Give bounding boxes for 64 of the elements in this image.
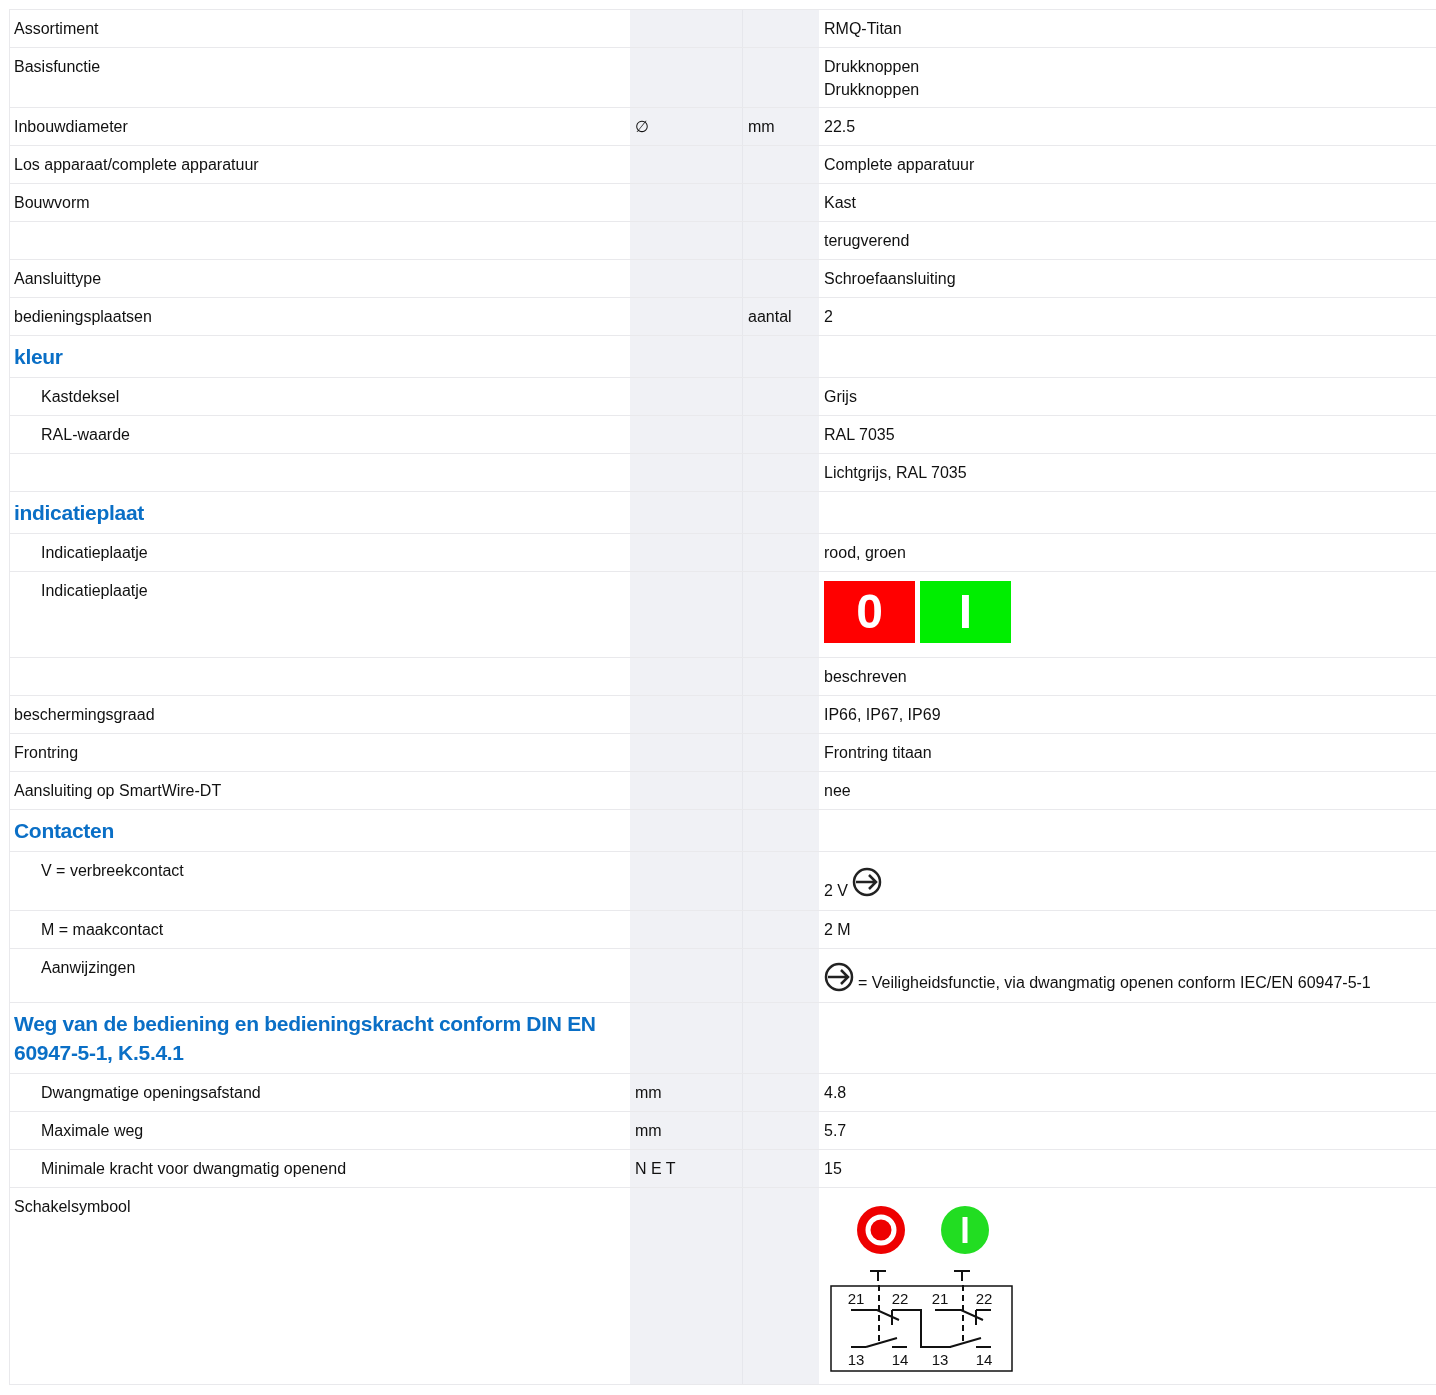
property-label: V = verbreekcontact xyxy=(41,862,184,879)
property-label: Schakelsymbool xyxy=(14,1198,131,1215)
indicator-plate: 0 xyxy=(824,581,915,643)
terminal-number: 13 xyxy=(847,1351,865,1368)
property-value: 5.7 xyxy=(824,1121,848,1141)
terminal-number: 14 xyxy=(891,1351,909,1368)
terminal-number: 21 xyxy=(847,1290,865,1307)
table-cell: aantal xyxy=(743,298,819,335)
property-label: Aanwijzingen xyxy=(41,959,136,976)
property-value: 22.5 xyxy=(824,117,857,137)
property-label: Assortiment xyxy=(14,20,99,37)
property-value: RAL 7035 xyxy=(824,425,896,445)
table-cell: N E T xyxy=(630,1150,743,1187)
property-label: Los apparaat/complete apparatuur xyxy=(14,156,259,173)
property-value: 2 M xyxy=(824,920,852,940)
property-value: = Veiligheidsfunctie, via dwangmatig openen conform IEC/EN 60947-5-1 xyxy=(858,973,1371,993)
property-value: Lichtgrijs, RAL 7035 xyxy=(824,463,968,483)
property-value: 2 xyxy=(824,307,834,327)
property-label: Bouwvorm xyxy=(14,194,90,211)
section-heading: Contacten xyxy=(14,819,114,842)
terminal-number: 22 xyxy=(975,1290,993,1307)
table-cell: mm xyxy=(743,108,819,145)
property-label: Inbouwdiameter xyxy=(14,118,128,135)
property-value: 15 xyxy=(824,1159,843,1179)
property-label: Frontring xyxy=(14,744,79,761)
property-label: Indicatieplaatje xyxy=(41,544,148,561)
property-value: Drukknoppen xyxy=(824,57,921,77)
property-label: Aansluittype xyxy=(14,270,102,287)
property-value: rood, groen xyxy=(824,543,907,563)
property-label: bedieningsplaatsen xyxy=(14,308,152,325)
property-label: Maximale weg xyxy=(41,1122,144,1139)
property-value: Complete apparatuur xyxy=(824,155,976,175)
property-value: 4.8 xyxy=(824,1083,848,1103)
property-value: Kast xyxy=(824,193,857,213)
property-label: Minimale kracht voor dwangmatig openend xyxy=(41,1160,347,1177)
property-value: nee xyxy=(824,781,852,801)
property-label: Dwangmatige openingsafstand xyxy=(41,1084,261,1101)
property-value: IP66, IP67, IP69 xyxy=(824,705,942,725)
property-label: Indicatieplaatje xyxy=(41,582,148,599)
property-label: Kastdeksel xyxy=(41,388,120,405)
section-heading: Weg van de bediening en bedieningskracht conform DIN EN 60947-5-1, K.5.4.1 xyxy=(14,1012,596,1064)
property-label: beschermingsgraad xyxy=(14,706,155,723)
property-value: Grijs xyxy=(824,387,858,407)
property-value: Schroefaansluiting xyxy=(824,269,957,289)
table-cell: ∅ xyxy=(630,108,743,145)
table-cell: mm xyxy=(630,1112,743,1149)
property-value: Frontring titaan xyxy=(824,743,933,763)
property-label: M = maakcontact xyxy=(41,921,164,938)
property-value: Drukknoppen xyxy=(824,80,921,100)
property-value: RMQ-Titan xyxy=(824,19,903,39)
section-heading: indicatieplaat xyxy=(14,501,144,524)
terminal-number: 13 xyxy=(931,1351,949,1368)
section-heading: kleur xyxy=(14,345,63,368)
property-label: Basisfunctie xyxy=(14,58,101,75)
property-value: beschreven xyxy=(824,667,908,687)
property-label: Aansluiting op SmartWire-DT xyxy=(14,782,222,799)
property-value: terugverend xyxy=(824,231,911,251)
terminal-number: 14 xyxy=(975,1351,993,1368)
property-value: 2 V xyxy=(824,881,848,901)
table-cell: mm xyxy=(630,1074,743,1111)
terminal-number: 22 xyxy=(891,1290,909,1307)
indicator-plate: I xyxy=(920,581,1011,643)
property-label: RAL-waarde xyxy=(41,426,130,443)
terminal-number: 21 xyxy=(931,1290,949,1307)
